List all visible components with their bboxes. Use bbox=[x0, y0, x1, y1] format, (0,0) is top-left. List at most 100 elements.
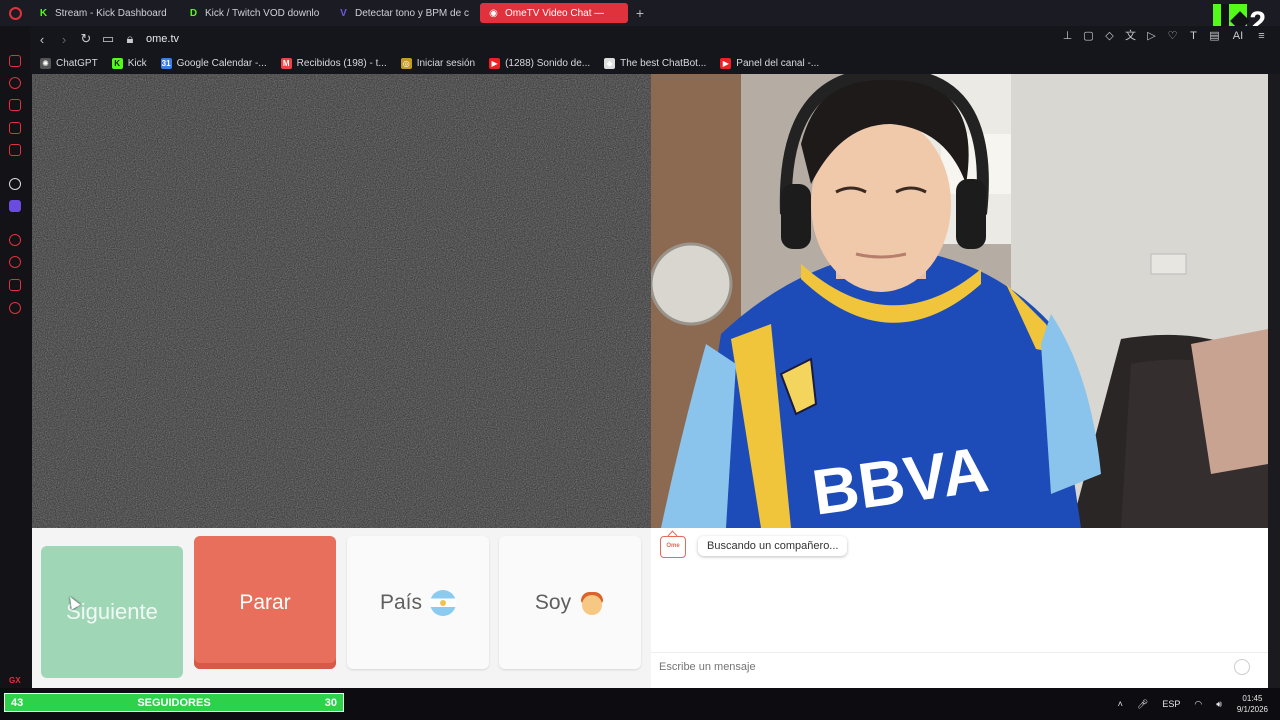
tv-icon[interactable] bbox=[9, 55, 21, 67]
tab-1[interactable]: D Kick / Twitch VOD downlo bbox=[180, 3, 328, 23]
bookmark-item[interactable]: 31 Google Calendar -... bbox=[160, 57, 267, 69]
reload-icon[interactable]: ↻ bbox=[76, 29, 96, 49]
tab-favicon-icon: ◉ bbox=[489, 7, 498, 19]
url-field[interactable]: ome.tv bbox=[146, 33, 179, 45]
address-bar: ‹ › ↻ ▭ 🔒︎ ome.tv ⊥ ▢ ◇ 文 ▷ ♡ T ▤ AI ≡ bbox=[30, 26, 1280, 52]
bookmark-icon: 31 bbox=[160, 57, 172, 69]
heart-icon[interactable]: ♡ bbox=[1166, 30, 1179, 43]
bookmark-label: Kick bbox=[127, 57, 147, 69]
mail-icon[interactable] bbox=[9, 144, 21, 156]
chatgpt-icon[interactable] bbox=[9, 178, 21, 190]
page-scrollbar[interactable] bbox=[1268, 74, 1280, 688]
twitch-icon[interactable] bbox=[9, 122, 21, 134]
lock-icon: 🔒︎ bbox=[126, 31, 134, 46]
bookmark-label: Recibidos (198) - t... bbox=[296, 57, 387, 69]
menu-icon[interactable]: ≡ bbox=[1255, 30, 1268, 43]
refresh-icon[interactable] bbox=[9, 77, 21, 89]
static-noise bbox=[32, 74, 651, 528]
play-icon[interactable]: ▷ bbox=[1145, 30, 1158, 43]
pin-icon[interactable]: ⊥ bbox=[1061, 30, 1074, 43]
message-input-row bbox=[651, 652, 1268, 680]
tab-favicon-icon: K bbox=[39, 7, 48, 19]
gx-label[interactable]: GX bbox=[9, 676, 21, 685]
next-button-label: Siguiente bbox=[66, 599, 158, 624]
translate-icon[interactable]: 文 bbox=[1124, 30, 1137, 43]
bookmark-icon: ▶ bbox=[720, 57, 732, 69]
followers-label: SEGUIDORES bbox=[137, 696, 211, 709]
ai-icon[interactable]: AI bbox=[1229, 30, 1247, 43]
tab-0[interactable]: K Stream - Kick Dashboard bbox=[30, 3, 178, 23]
snapshot-icon[interactable]: ▢ bbox=[1082, 30, 1095, 43]
followers-goal-bar: 43 SEGUIDORES 30 bbox=[4, 693, 344, 712]
bookmark-item[interactable]: ✺ ChatGPT bbox=[40, 57, 98, 69]
profile-icon[interactable]: T bbox=[1187, 30, 1200, 43]
opera-logo-icon[interactable] bbox=[0, 0, 30, 26]
next-button[interactable]: Siguiente bbox=[41, 546, 183, 678]
tab-label: Stream - Kick Dashboard bbox=[55, 7, 167, 19]
chat-panel: Ome Buscando un compañero... bbox=[651, 528, 1268, 688]
store-icon[interactable] bbox=[9, 99, 21, 111]
bookmark-icon: K bbox=[111, 57, 123, 69]
bookmark-icon: ◆ bbox=[604, 57, 616, 69]
argentina-flag-icon bbox=[430, 589, 457, 616]
bookmark-item[interactable]: ◎ Iniciar sesión bbox=[400, 57, 476, 69]
bookmark-item[interactable]: K Kick bbox=[111, 57, 147, 69]
language-indicator[interactable]: ESP bbox=[1162, 699, 1180, 709]
tab-strip: K Stream - Kick Dashboard D Kick / Twitch V… bbox=[30, 3, 630, 23]
wallet-icon[interactable]: ▤ bbox=[1208, 30, 1221, 43]
tab-3[interactable]: ◉ OmeTV Video Chat — bbox=[480, 3, 628, 23]
bookmark-label: The best ChatBot... bbox=[620, 57, 707, 69]
gender-button-label: Soy bbox=[534, 590, 572, 614]
tab-favicon-icon: D bbox=[189, 7, 198, 19]
bookmark-label: (1288) Sonido de... bbox=[505, 57, 591, 69]
camera-icon[interactable]: ▭ bbox=[98, 29, 118, 49]
wifi-icon[interactable]: ◠ bbox=[1194, 699, 1202, 710]
bookmark-item[interactable]: M Recibidos (198) - t... bbox=[280, 57, 387, 69]
history-icon[interactable] bbox=[9, 256, 21, 268]
microphone-icon[interactable]: 🎤︎ bbox=[1137, 699, 1148, 710]
self-camera-video: BBVA bbox=[651, 74, 1268, 528]
clock[interactable]: 01:45 9/1/2026 bbox=[1237, 693, 1268, 715]
bookmark-icon: ▶ bbox=[489, 57, 501, 69]
bookmark-icon: ✺ bbox=[40, 57, 51, 69]
volume-icon[interactable]: 🔊︎ bbox=[1216, 699, 1222, 710]
discord-icon[interactable] bbox=[9, 200, 21, 212]
gender-button[interactable]: Soy bbox=[499, 536, 641, 669]
extensions-icon[interactable] bbox=[9, 279, 21, 291]
followers-current: 43 bbox=[11, 696, 24, 709]
chevron-up-icon[interactable]: ˄ bbox=[1118, 699, 1123, 709]
bookmark-item[interactable]: ▶ (1288) Sonido de... bbox=[489, 57, 591, 69]
tab-favicon-icon: V bbox=[340, 7, 347, 19]
bookmarks-bar: ✺ ChatGPT K Kick 31 Google Calendar -... M Reci… bbox=[30, 52, 1280, 74]
tab-2[interactable]: V Detectar tono y BPM de c bbox=[330, 3, 478, 23]
country-button-label: País bbox=[379, 590, 423, 614]
partner-video bbox=[32, 74, 651, 528]
message-input[interactable] bbox=[659, 660, 1219, 673]
toolbar-icons: ⊥ ▢ ◇ 文 ▷ ♡ T ▤ AI ≡ bbox=[1061, 30, 1268, 43]
forward-icon[interactable]: › bbox=[54, 29, 74, 49]
emoji-icon[interactable] bbox=[1234, 659, 1250, 675]
player-icon[interactable] bbox=[9, 234, 21, 246]
tab-label: Detectar tono y BPM de c bbox=[355, 7, 469, 19]
back-icon[interactable]: ‹ bbox=[32, 29, 52, 49]
clock-date: 9/1/2026 bbox=[1236, 705, 1268, 714]
system-tray: ˄ 🎤︎ ESP ◠ 🔊︎ 01:45 9/1/2026 bbox=[1111, 688, 1280, 720]
country-button[interactable]: País bbox=[347, 536, 489, 669]
browser-sidebar: GX ··· bbox=[0, 26, 30, 710]
bookmark-item[interactable]: ◆ The best ChatBot... bbox=[604, 57, 707, 69]
stop-button-label: Parar bbox=[239, 590, 291, 614]
stop-button[interactable]: Parar bbox=[194, 536, 336, 669]
tab-bar: K Stream - Kick Dashboard D Kick / Twitch V… bbox=[0, 0, 1280, 38]
shield-icon[interactable]: ◇ bbox=[1103, 30, 1116, 43]
new-tab-button[interactable]: + bbox=[630, 5, 650, 21]
bookmark-item[interactable]: ▶ Panel del canal -... bbox=[720, 57, 819, 69]
settings-icon[interactable] bbox=[9, 302, 21, 314]
bookmark-label: Google Calendar -... bbox=[176, 57, 267, 69]
bookmark-label: Iniciar sesión bbox=[416, 57, 476, 69]
boy-avatar-icon bbox=[579, 590, 605, 616]
bookmark-icon: ◎ bbox=[400, 57, 412, 69]
status-message: Buscando un compañero... bbox=[698, 536, 848, 556]
chat-controls: Siguiente Parar País Soy bbox=[32, 528, 651, 688]
tab-label: OmeTV Video Chat — bbox=[505, 7, 605, 19]
tab-label: Kick / Twitch VOD downlo bbox=[205, 7, 320, 19]
